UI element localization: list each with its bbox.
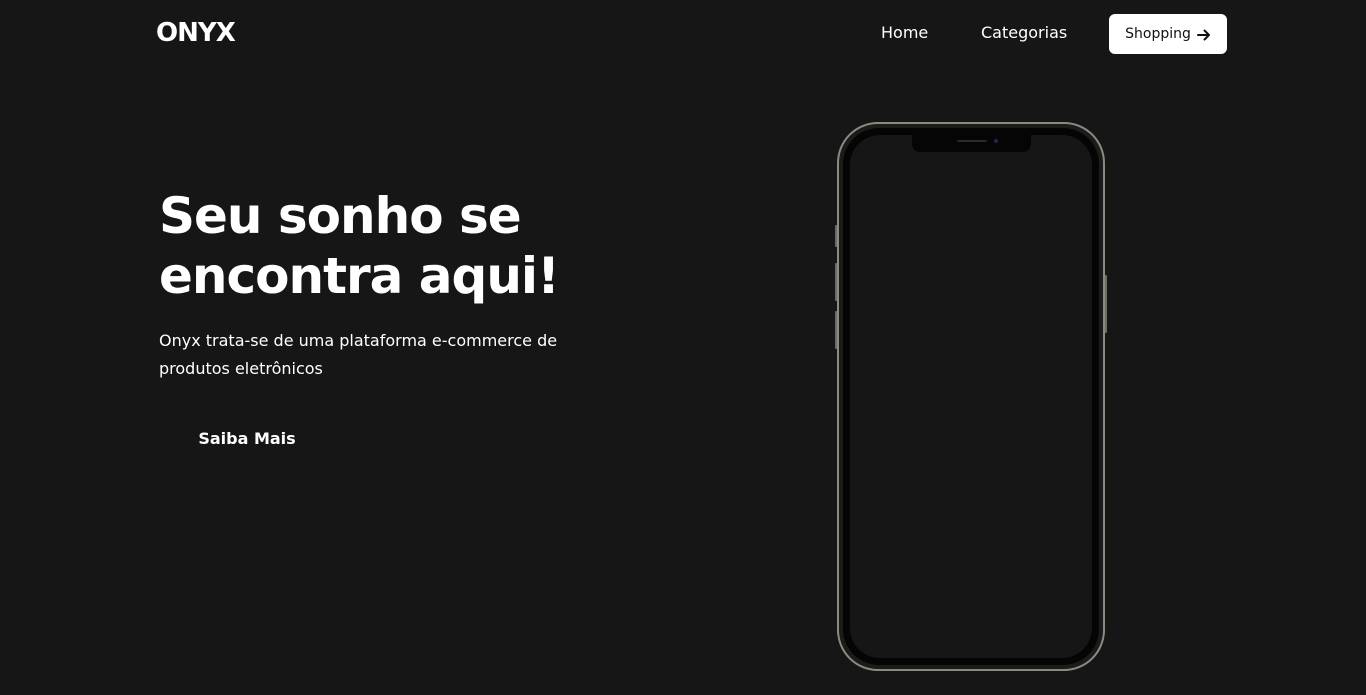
- nav-link-categorias[interactable]: Categorias: [981, 23, 1067, 43]
- saiba-mais-button[interactable]: Saiba Mais: [186, 420, 308, 456]
- hero-title: Seu sonho se encontra aqui!: [159, 187, 560, 305]
- top-navbar: ONYX Home Categorias Shopping: [0, 0, 1366, 68]
- nav-link-home[interactable]: Home: [881, 23, 928, 43]
- shopping-button-label: Shopping: [1125, 26, 1191, 42]
- shopping-button[interactable]: Shopping: [1109, 14, 1227, 54]
- brand-logo[interactable]: ONYX: [156, 17, 236, 49]
- arrow-right-icon: [1196, 27, 1211, 41]
- hero-subtitle: Onyx trata-se de uma plataforma e-commer…: [159, 331, 558, 378]
- smartphone-image: [834, 121, 1110, 674]
